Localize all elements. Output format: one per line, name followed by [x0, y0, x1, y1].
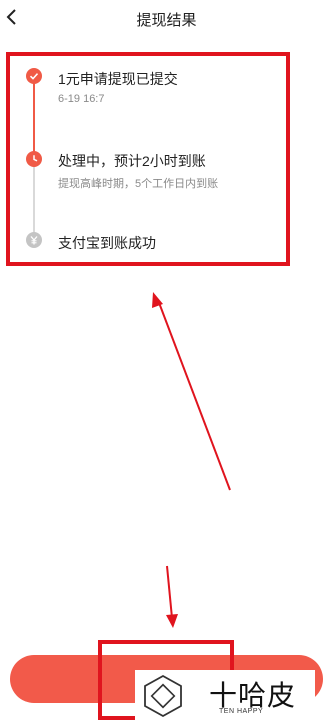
top-bar: 提现结果 [0, 0, 333, 36]
arrow-up [152, 292, 231, 491]
watermark-logo [144, 674, 182, 718]
page-title: 提现结果 [136, 12, 197, 29]
watermark-subtext: TEN HAPPY [219, 708, 264, 715]
watermark: 十哈皮 TEN HAPPY [135, 670, 315, 720]
timeline-highlight-box [6, 52, 290, 266]
arrow-down [166, 565, 178, 628]
